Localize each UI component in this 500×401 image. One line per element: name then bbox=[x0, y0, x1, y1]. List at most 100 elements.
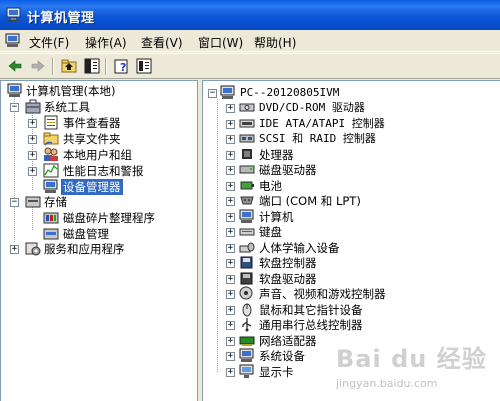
tree-node-disk-management[interactable]: 磁盘管理 bbox=[1, 226, 197, 242]
device-root-computer[interactable]: − PC--20120805IVM bbox=[203, 85, 499, 101]
disk-drive-icon bbox=[239, 165, 255, 174]
tree-node-system-tools[interactable]: − 系统工具 bbox=[1, 99, 197, 115]
collapse-icon[interactable]: − bbox=[208, 89, 217, 98]
tree-label: 共享文件夹 bbox=[63, 132, 121, 146]
expand-icon[interactable]: + bbox=[226, 166, 235, 175]
back-icon[interactable] bbox=[6, 57, 24, 75]
expand-icon[interactable]: + bbox=[226, 259, 235, 268]
collapse-icon[interactable]: − bbox=[10, 103, 19, 112]
device-category-label: 处理器 bbox=[259, 148, 294, 162]
expand-icon[interactable]: + bbox=[226, 337, 235, 346]
expand-icon[interactable]: + bbox=[226, 213, 235, 222]
device-category-keyboard[interactable]: + 键盘 bbox=[203, 224, 499, 240]
properties-icon[interactable] bbox=[135, 57, 153, 75]
network-adapter-icon bbox=[239, 336, 255, 346]
device-category-label: 计算机 bbox=[259, 210, 294, 224]
expand-icon[interactable]: + bbox=[28, 151, 37, 160]
tree-node-services-apps[interactable]: + 服务和应用程序 bbox=[1, 241, 197, 257]
expand-icon[interactable]: + bbox=[226, 290, 235, 299]
performance-icon bbox=[43, 163, 59, 178]
device-category-floppy-drive[interactable]: + 软盘驱动器 bbox=[203, 271, 499, 287]
expand-icon[interactable]: + bbox=[226, 275, 235, 284]
device-category-label: 软盘驱动器 bbox=[259, 272, 317, 286]
expand-icon[interactable]: + bbox=[28, 135, 37, 144]
sound-icon bbox=[239, 286, 253, 300]
expand-icon[interactable]: + bbox=[226, 104, 235, 113]
tree-label: 磁盘管理 bbox=[63, 227, 109, 241]
baidu-watermark: Bai du 经验 jingyan.baidu.com bbox=[336, 335, 496, 399]
menu-window[interactable]: 窗口(W) bbox=[198, 34, 243, 51]
title-bar[interactable]: 计算机管理 bbox=[0, 0, 500, 30]
device-category-ports[interactable]: + 端口 (COM 和 LPT) bbox=[203, 193, 499, 209]
expand-icon[interactable]: + bbox=[28, 119, 37, 128]
menu-view[interactable]: 查看(V) bbox=[141, 34, 183, 51]
computer-management-icon bbox=[6, 7, 21, 22]
device-category-sound[interactable]: + 声音、视频和游戏控制器 bbox=[203, 286, 499, 302]
device-category-computer[interactable]: + 计算机 bbox=[203, 209, 499, 225]
expand-icon[interactable]: + bbox=[10, 245, 19, 254]
forward-icon[interactable] bbox=[29, 57, 47, 75]
up-icon[interactable] bbox=[60, 57, 78, 75]
expand-icon[interactable]: + bbox=[226, 151, 235, 160]
tree-node-device-manager[interactable]: 设备管理器 bbox=[1, 179, 197, 195]
device-category-mouse[interactable]: + 鼠标和其它指针设备 bbox=[203, 302, 499, 318]
mdi-system-icon[interactable] bbox=[5, 33, 21, 48]
device-manager-icon bbox=[43, 179, 58, 193]
expand-icon[interactable]: + bbox=[226, 120, 235, 129]
device-category-dvd[interactable]: + DVD/CD-ROM 驱动器 bbox=[203, 100, 499, 116]
tree-node-storage[interactable]: − 存储 bbox=[1, 194, 197, 210]
dvd-drive-icon bbox=[239, 103, 255, 112]
computer-icon bbox=[239, 209, 254, 223]
device-category-label: SCSI 和 RAID 控制器 bbox=[259, 132, 376, 145]
defrag-icon bbox=[43, 212, 59, 224]
device-category-usb[interactable]: + 通用串行总线控制器 bbox=[203, 317, 499, 333]
event-viewer-icon bbox=[44, 115, 58, 130]
tree-node-perf-logs[interactable]: + 性能日志和警报 bbox=[1, 163, 197, 179]
tree-node-root[interactable]: 计算机管理(本地) bbox=[1, 83, 197, 99]
device-category-label: IDE ATA/ATAPI 控制器 bbox=[259, 117, 385, 130]
expand-icon[interactable]: + bbox=[226, 306, 235, 315]
tree-node-event-viewer[interactable]: + 事件查看器 bbox=[1, 115, 197, 131]
expand-icon[interactable]: + bbox=[226, 368, 235, 377]
device-category-scsi[interactable]: + SCSI 和 RAID 控制器 bbox=[203, 131, 499, 147]
device-category-label: 系统设备 bbox=[259, 349, 305, 363]
menu-help[interactable]: 帮助(H) bbox=[254, 34, 296, 51]
tree-label: 性能日志和警报 bbox=[63, 164, 144, 178]
tree-node-shared-folders[interactable]: + 共享文件夹 bbox=[1, 131, 197, 147]
expand-icon[interactable]: + bbox=[226, 228, 235, 237]
device-category-floppy-controller[interactable]: + 软盘控制器 bbox=[203, 255, 499, 271]
device-category-label: DVD/CD-ROM 驱动器 bbox=[259, 101, 365, 114]
menu-file[interactable]: 文件(F) bbox=[29, 34, 69, 51]
menu-bar: 文件(F) 操作(A) 查看(V) 窗口(W) 帮助(H) bbox=[0, 30, 500, 52]
console-tree-pane[interactable]: 计算机管理(本地) − 系统工具 + 事件查看器 + 共享文件夹 + 本地用户和… bbox=[0, 80, 198, 401]
tree-label-selected: 设备管理器 bbox=[61, 179, 123, 195]
device-category-label: 鼠标和其它指针设备 bbox=[259, 303, 363, 317]
device-category-processor[interactable]: + 处理器 bbox=[203, 147, 499, 163]
expand-icon[interactable]: + bbox=[226, 197, 235, 206]
tree-node-defrag[interactable]: 磁盘碎片整理程序 bbox=[1, 210, 197, 226]
device-category-hid[interactable]: + 人体学输入设备 bbox=[203, 240, 499, 256]
expand-icon[interactable]: + bbox=[226, 352, 235, 361]
device-category-battery[interactable]: + 电池 bbox=[203, 178, 499, 194]
tree-label: 存储 bbox=[44, 195, 67, 209]
expand-icon[interactable]: + bbox=[226, 182, 235, 191]
expand-icon[interactable]: + bbox=[226, 321, 235, 330]
help-icon[interactable]: ? bbox=[113, 57, 131, 75]
device-category-label: 显示卡 bbox=[259, 365, 294, 379]
device-category-ide[interactable]: + IDE ATA/ATAPI 控制器 bbox=[203, 116, 499, 132]
device-category-label: 通用串行总线控制器 bbox=[259, 318, 363, 332]
expand-icon[interactable]: + bbox=[226, 135, 235, 144]
show-hide-tree-icon[interactable] bbox=[83, 57, 101, 75]
watermark-url: jingyan.baidu.com bbox=[336, 377, 438, 390]
expand-icon[interactable]: + bbox=[28, 167, 37, 176]
collapse-icon[interactable]: − bbox=[10, 198, 19, 207]
tree-node-local-users[interactable]: + 本地用户和组 bbox=[1, 147, 197, 163]
expand-icon[interactable]: + bbox=[226, 244, 235, 253]
tree-label: 本地用户和组 bbox=[63, 148, 132, 162]
computer-management-icon bbox=[7, 83, 22, 97]
tree-label: 服务和应用程序 bbox=[44, 242, 125, 256]
menu-action[interactable]: 操作(A) bbox=[85, 34, 127, 51]
device-category-disk[interactable]: + 磁盘驱动器 bbox=[203, 162, 499, 178]
disk-management-icon bbox=[43, 228, 59, 240]
system-device-icon bbox=[239, 348, 254, 362]
